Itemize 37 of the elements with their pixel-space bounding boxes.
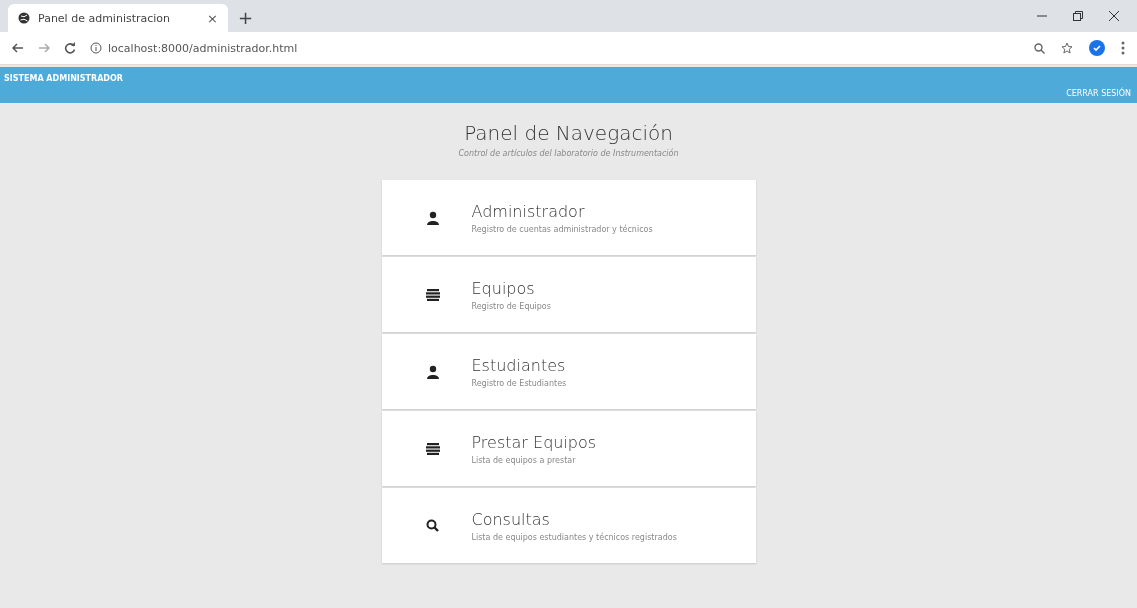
menu-card[interactable]: Consultas Lista de equipos estudiantes y técnicos registrados <box>381 488 756 563</box>
globe-icon <box>18 12 30 24</box>
back-icon[interactable] <box>12 42 24 54</box>
profile-icon[interactable] <box>1089 40 1105 56</box>
card-description: Lista de equipos a prestar <box>471 455 577 465</box>
star-icon[interactable] <box>1061 42 1073 54</box>
card-description: Registro de Equipos <box>471 301 551 311</box>
close-tab-button[interactable]: × <box>207 10 218 26</box>
card-title: Prestar Equipos <box>471 432 597 452</box>
info-icon[interactable] <box>90 42 102 54</box>
url-field[interactable]: localhost:8000/administrador.html <box>108 41 298 55</box>
card-title: Administrador <box>471 201 586 221</box>
close-icon[interactable] <box>1109 11 1119 21</box>
reload-icon[interactable] <box>64 42 76 54</box>
tab-title: Panel de administracion <box>38 11 172 25</box>
card-title: Equipos <box>471 278 536 298</box>
card-description: Registro de cuentas administrador y técnicos <box>471 224 653 234</box>
user-icon <box>425 210 440 225</box>
page-title: Panel de Navegación <box>464 121 673 145</box>
zoom-icon[interactable] <box>1034 42 1045 54</box>
page-subtitle: Control de artículos del laboratorio de Instrumentación <box>458 149 679 158</box>
menu-icon[interactable] <box>1121 41 1125 55</box>
menu-card[interactable]: Administrador Registro de cuentas administrador y técnicos <box>381 180 756 255</box>
list-icon <box>425 288 440 301</box>
card-description: Registro de Estudiantes <box>471 378 567 388</box>
search-icon <box>426 519 439 532</box>
restore-icon[interactable] <box>1073 11 1083 21</box>
list-icon <box>425 442 440 455</box>
browser-tab[interactable]: Panel de administracion × <box>8 4 228 32</box>
card-title: Consultas <box>471 509 551 529</box>
card-title: Estudiantes <box>471 355 567 375</box>
user-icon <box>425 364 440 379</box>
menu-card[interactable]: Estudiantes Registro de Estudiantes <box>381 334 756 409</box>
menu-card[interactable]: Equipos Registro de Equipos <box>381 257 756 332</box>
menu-card[interactable]: Prestar Equipos Lista de equipos a prestar <box>381 411 756 486</box>
new-tab-button[interactable]: + <box>238 7 254 28</box>
card-description: Lista de equipos estudiantes y técnicos registrados <box>471 532 677 542</box>
